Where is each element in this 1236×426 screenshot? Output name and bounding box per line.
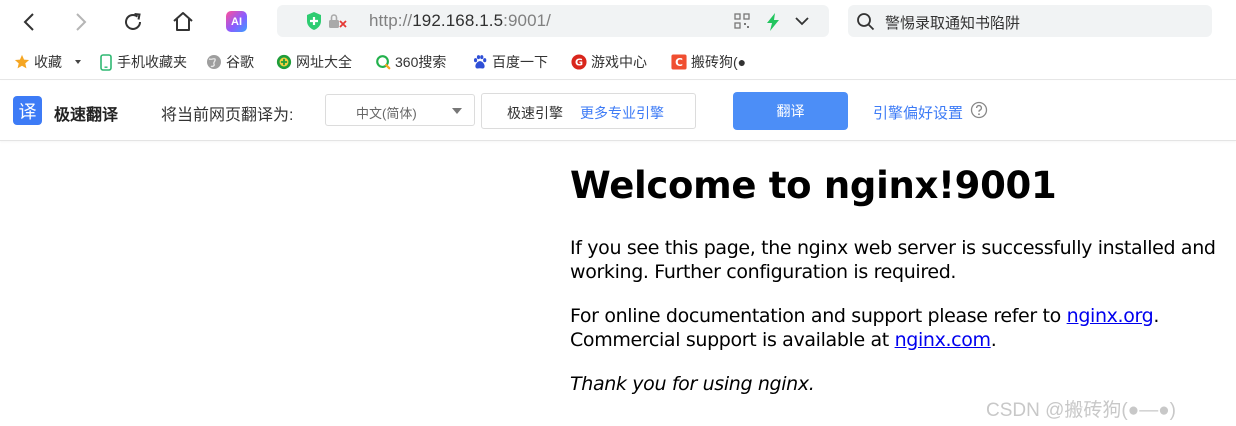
caret-down-icon[interactable] — [75, 60, 81, 64]
security-shield-icon — [307, 12, 321, 30]
bookmark-label: 360搜索 — [395, 54, 447, 70]
speed-mode-icon[interactable] — [766, 13, 780, 31]
star-icon — [14, 54, 30, 70]
translate-prompt: 将当前网页翻译为: — [161, 107, 294, 124]
target-language-select[interactable]: 中文(简体) — [325, 94, 475, 126]
qr-code-icon[interactable] — [734, 13, 750, 29]
thanks-paragraph: Thank you for using nginx. — [570, 373, 815, 395]
ai-assistant-button[interactable]: AI — [226, 11, 247, 32]
bookmark-label: 网址大全 — [296, 54, 352, 70]
home-button[interactable] — [168, 7, 198, 37]
reload-icon — [125, 13, 141, 30]
bookmark-label: 手机收藏夹 — [117, 54, 187, 70]
ai-label: AI — [231, 15, 242, 28]
support-paragraph: For online documentation and support ple… — [570, 304, 1159, 352]
url-scheme: http:// — [369, 11, 413, 30]
svg-text:G: G — [575, 58, 583, 69]
reload-button[interactable] — [118, 7, 148, 37]
engine-preferences-link[interactable]: 引擎偏好设置 — [873, 102, 963, 123]
url-text[interactable]: http://192.168.1.5:9001/ — [369, 11, 551, 31]
bookmark-favorites[interactable]: 收藏 — [14, 52, 81, 72]
bookmark-360-search[interactable]: 360搜索 — [375, 52, 446, 72]
watermark: CSDN @搬砖狗(●—●) — [986, 400, 1177, 421]
nginx-org-link[interactable]: nginx.org — [1067, 305, 1154, 327]
translate-logo-char: 译 — [18, 101, 37, 122]
nginx-com-link[interactable]: nginx.com — [895, 329, 991, 351]
support-text-1: For online documentation and support ple… — [570, 305, 1067, 327]
csdn-icon: C — [671, 54, 687, 70]
bookmark-google[interactable]: 谷歌 — [206, 52, 254, 72]
bookmark-label: 谷歌 — [226, 54, 254, 70]
game-center-icon: G — [571, 54, 587, 70]
back-icon — [23, 13, 34, 31]
bookmark-user[interactable]: C 搬砖狗(● — [671, 52, 746, 72]
intro-line-2: working. Further configuration is requir… — [570, 261, 957, 283]
intro-paragraph: If you see this page, the nginx web serv… — [570, 236, 1216, 284]
forward-button[interactable] — [66, 7, 96, 37]
address-bar[interactable]: http://192.168.1.5:9001/ — [277, 5, 829, 37]
bookmark-label: 百度一下 — [492, 54, 548, 70]
phone-icon — [100, 53, 112, 71]
url-host: 192.168.1.5 — [412, 11, 504, 30]
bookmark-baidu[interactable]: 百度一下 — [472, 52, 548, 72]
home-icon — [173, 12, 193, 31]
target-language-value: 中文(简体) — [356, 106, 417, 121]
browser-toolbar: AI http://192.168.1.5:9001/ 警惕录取通知书陷阱 — [0, 0, 1236, 44]
help-icon[interactable] — [970, 101, 988, 119]
globe-icon — [206, 54, 222, 70]
support-line-2: Commercial support is available at nginx… — [570, 328, 1159, 352]
360-search-icon — [375, 54, 391, 70]
translate-logo-icon: 译 — [13, 96, 42, 125]
translate-title: 极速翻译 — [54, 107, 119, 124]
support-period-1: . — [1153, 305, 1160, 327]
current-engine[interactable]: 极速引擎 — [507, 103, 563, 123]
support-period-2: . — [990, 329, 997, 351]
back-button[interactable] — [14, 7, 44, 37]
bookmark-label: 收藏 — [34, 54, 62, 70]
forward-icon — [76, 13, 87, 31]
translation-bar: 译 极速翻译 将当前网页翻译为: 中文(简体) 极速引擎 更多专业引擎 翻译 引… — [0, 81, 1236, 141]
translate-button[interactable]: 翻译 — [733, 92, 848, 130]
svg-text:C: C — [675, 56, 683, 69]
site-directory-icon — [276, 54, 292, 70]
search-suggestion-text[interactable]: 警惕录取通知书陷阱 — [885, 12, 1020, 33]
bookmark-site-directory[interactable]: 网址大全 — [276, 52, 352, 72]
bookmark-game-center[interactable]: G 游戏中心 — [571, 52, 647, 72]
bookmarks-bar: 收藏 手机收藏夹 谷歌 网址大全 360搜索 百度一下 G 游戏中心 C 搬砖狗… — [0, 44, 1236, 80]
engine-selector: 极速引擎 更多专业引擎 — [481, 93, 696, 129]
search-box[interactable]: 警惕录取通知书陷阱 — [848, 5, 1212, 37]
chevron-down-icon[interactable] — [794, 16, 810, 26]
baidu-paw-icon — [472, 54, 488, 70]
search-icon — [857, 13, 875, 31]
bookmark-mobile-favorites[interactable]: 手机收藏夹 — [100, 52, 187, 72]
support-line-1: For online documentation and support ple… — [570, 304, 1159, 328]
url-port-path: :9001/ — [503, 11, 552, 30]
intro-line-1: If you see this page, the nginx web serv… — [570, 237, 1216, 259]
page-title: Welcome to nginx!9001 — [570, 164, 1057, 207]
caret-down-icon — [452, 108, 462, 114]
support-text-2: Commercial support is available at — [570, 329, 895, 351]
more-engines-link[interactable]: 更多专业引擎 — [580, 103, 664, 123]
bookmark-label: 搬砖狗(● — [691, 54, 747, 70]
insecure-lock-icon — [329, 14, 347, 28]
bookmark-label: 游戏中心 — [591, 54, 647, 70]
